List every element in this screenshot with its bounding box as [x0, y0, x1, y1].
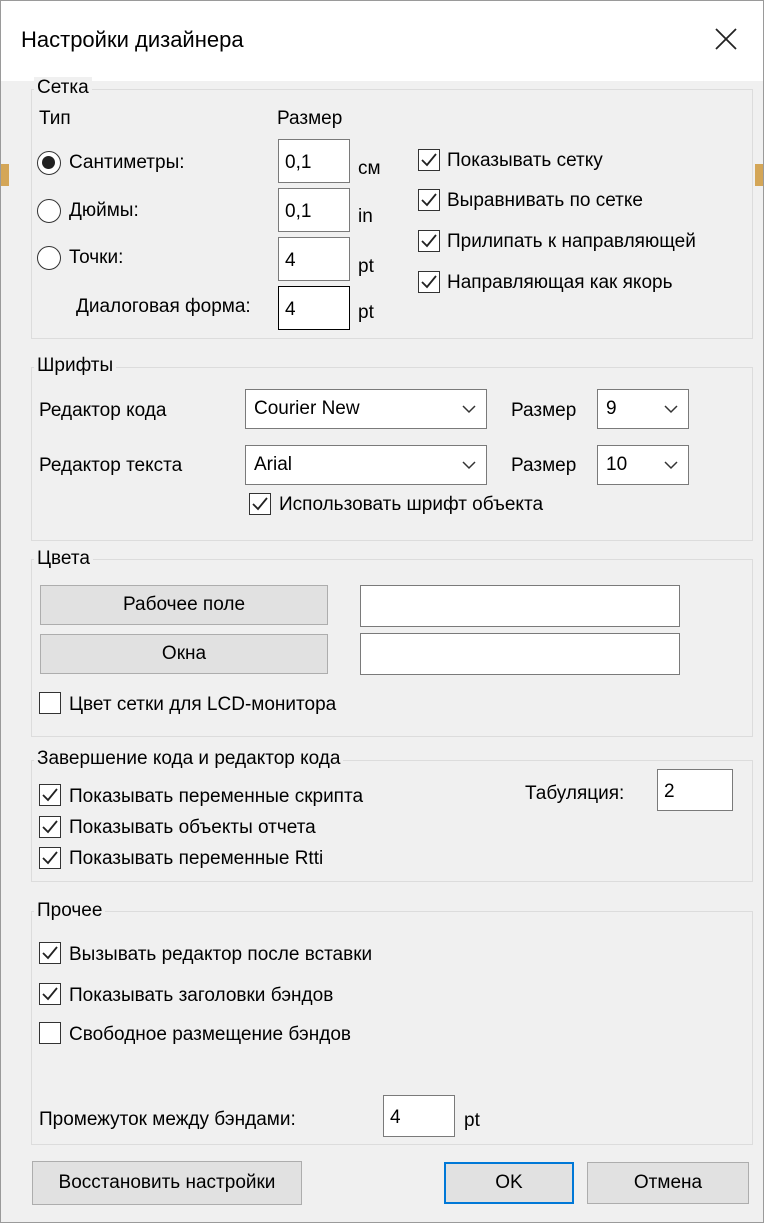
show-script-variables-label: Показывать переменные скрипта	[69, 786, 364, 807]
align-to-grid-checkbox[interactable]	[418, 189, 440, 211]
checkmark-icon	[421, 153, 437, 167]
checkmark-icon	[42, 987, 58, 1001]
band-gap-label: Промежуток между бэндами:	[39, 1109, 296, 1130]
text-size-select[interactable]: 10	[597, 445, 689, 485]
text-size-value: 10	[606, 454, 628, 475]
checkmark-icon	[42, 946, 58, 960]
snap-to-guide-checkbox[interactable]	[418, 230, 440, 252]
invoke-editor-after-insert-checkbox[interactable]	[39, 942, 61, 964]
snap-to-guide-label: Прилипать к направляющей	[447, 231, 696, 252]
guide-as-anchor-checkbox[interactable]	[418, 271, 440, 293]
close-icon	[715, 28, 737, 50]
use-object-font-checkbox[interactable]	[249, 493, 271, 515]
radio-points[interactable]	[37, 246, 61, 270]
centimeters-unit: см	[358, 158, 381, 179]
checkmark-icon	[421, 234, 437, 248]
chevron-down-icon	[664, 461, 678, 470]
text-editor-font-select[interactable]: Arial	[245, 445, 487, 485]
code-size-label: Размер	[511, 400, 577, 421]
show-report-objects-checkbox[interactable]	[39, 816, 61, 838]
code-editor-label: Редактор кода	[39, 400, 167, 421]
checkmark-icon	[421, 275, 437, 289]
designer-settings-dialog: Настройки дизайнера Сетка Тип Размер Сан…	[0, 0, 764, 1223]
inches-label: Дюймы:	[69, 200, 139, 221]
chevron-down-icon	[664, 405, 678, 414]
code-editor-font-select[interactable]: Courier New	[245, 389, 487, 429]
grid-size-header: Размер	[277, 108, 343, 129]
lcd-grid-color-label: Цвет сетки для LCD-монитора	[69, 694, 337, 715]
checkmark-icon	[42, 820, 58, 834]
code-size-value: 9	[606, 398, 617, 419]
workspace-color-button[interactable]: Рабочее поле	[40, 585, 328, 625]
background-edge-right	[755, 164, 763, 186]
code-completion-legend: Завершение кода и редактор кода	[34, 748, 344, 770]
grid-type-header: Тип	[39, 108, 71, 129]
other-legend: Прочее	[34, 900, 106, 922]
restore-settings-button[interactable]: Восстановить настройки	[32, 1161, 302, 1205]
checkmark-icon	[42, 788, 58, 802]
close-button[interactable]	[701, 17, 751, 63]
show-band-headers-label: Показывать заголовки бэндов	[69, 985, 334, 1006]
checkmark-icon	[421, 193, 437, 207]
dialog-form-label: Диалоговая форма:	[76, 296, 251, 317]
invoke-editor-after-insert-label: Вызывать редактор после вставки	[69, 944, 373, 965]
centimeters-size-input[interactable]	[278, 139, 350, 183]
text-size-label: Размер	[511, 455, 577, 476]
show-rtti-variables-checkbox[interactable]	[39, 847, 61, 869]
dialog-form-unit: pt	[358, 302, 374, 323]
free-band-placement-checkbox[interactable]	[39, 1022, 61, 1044]
background-edge-left	[1, 164, 9, 186]
points-label: Точки:	[69, 247, 124, 268]
chevron-down-icon	[462, 405, 476, 414]
show-grid-label: Показывать сетку	[447, 150, 603, 171]
align-to-grid-label: Выравнивать по сетке	[447, 190, 643, 211]
code-size-select[interactable]: 9	[597, 389, 689, 429]
checkmark-icon	[42, 851, 58, 865]
grid-legend: Сетка	[34, 77, 92, 99]
radio-centimeters[interactable]	[37, 151, 61, 175]
colors-legend: Цвета	[34, 548, 93, 570]
centimeters-label: Сантиметры:	[69, 152, 185, 173]
show-rtti-variables-label: Показывать переменные Rtti	[69, 848, 324, 869]
tab-size-input[interactable]	[657, 769, 733, 811]
workspace-color-swatch[interactable]	[360, 585, 680, 627]
band-gap-input[interactable]	[383, 1095, 455, 1137]
inches-size-input[interactable]	[278, 188, 350, 232]
inches-unit: in	[358, 206, 373, 227]
checkmark-icon	[252, 497, 268, 511]
code-editor-font-value: Courier New	[254, 398, 360, 419]
free-band-placement-label: Свободное размещение бэндов	[69, 1024, 351, 1045]
lcd-grid-color-checkbox[interactable]	[39, 692, 61, 714]
cancel-button[interactable]: Отмена	[587, 1162, 749, 1204]
radio-inches[interactable]	[37, 199, 61, 223]
band-gap-unit: pt	[464, 1110, 480, 1131]
text-editor-label: Редактор текста	[39, 455, 183, 476]
guide-as-anchor-label: Направляющая как якорь	[447, 272, 673, 293]
windows-color-swatch[interactable]	[360, 633, 680, 675]
show-band-headers-checkbox[interactable]	[39, 983, 61, 1005]
points-size-input[interactable]	[278, 237, 350, 281]
fonts-legend: Шрифты	[34, 355, 117, 377]
title-bar: Настройки дизайнера	[1, 1, 763, 81]
dialog-title: Настройки дизайнера	[21, 27, 244, 52]
windows-color-button[interactable]: Окна	[40, 634, 328, 674]
chevron-down-icon	[462, 461, 476, 470]
tab-size-label: Табуляция:	[525, 783, 625, 804]
use-object-font-label: Использовать шрифт объекта	[279, 494, 544, 515]
show-script-variables-checkbox[interactable]	[39, 784, 61, 806]
show-grid-checkbox[interactable]	[418, 149, 440, 171]
dialog-form-size-input[interactable]	[278, 286, 350, 330]
points-unit: pt	[358, 256, 374, 277]
ok-button[interactable]: OK	[444, 1162, 574, 1204]
show-report-objects-label: Показывать объекты отчета	[69, 817, 316, 838]
text-editor-font-value: Arial	[254, 454, 293, 475]
